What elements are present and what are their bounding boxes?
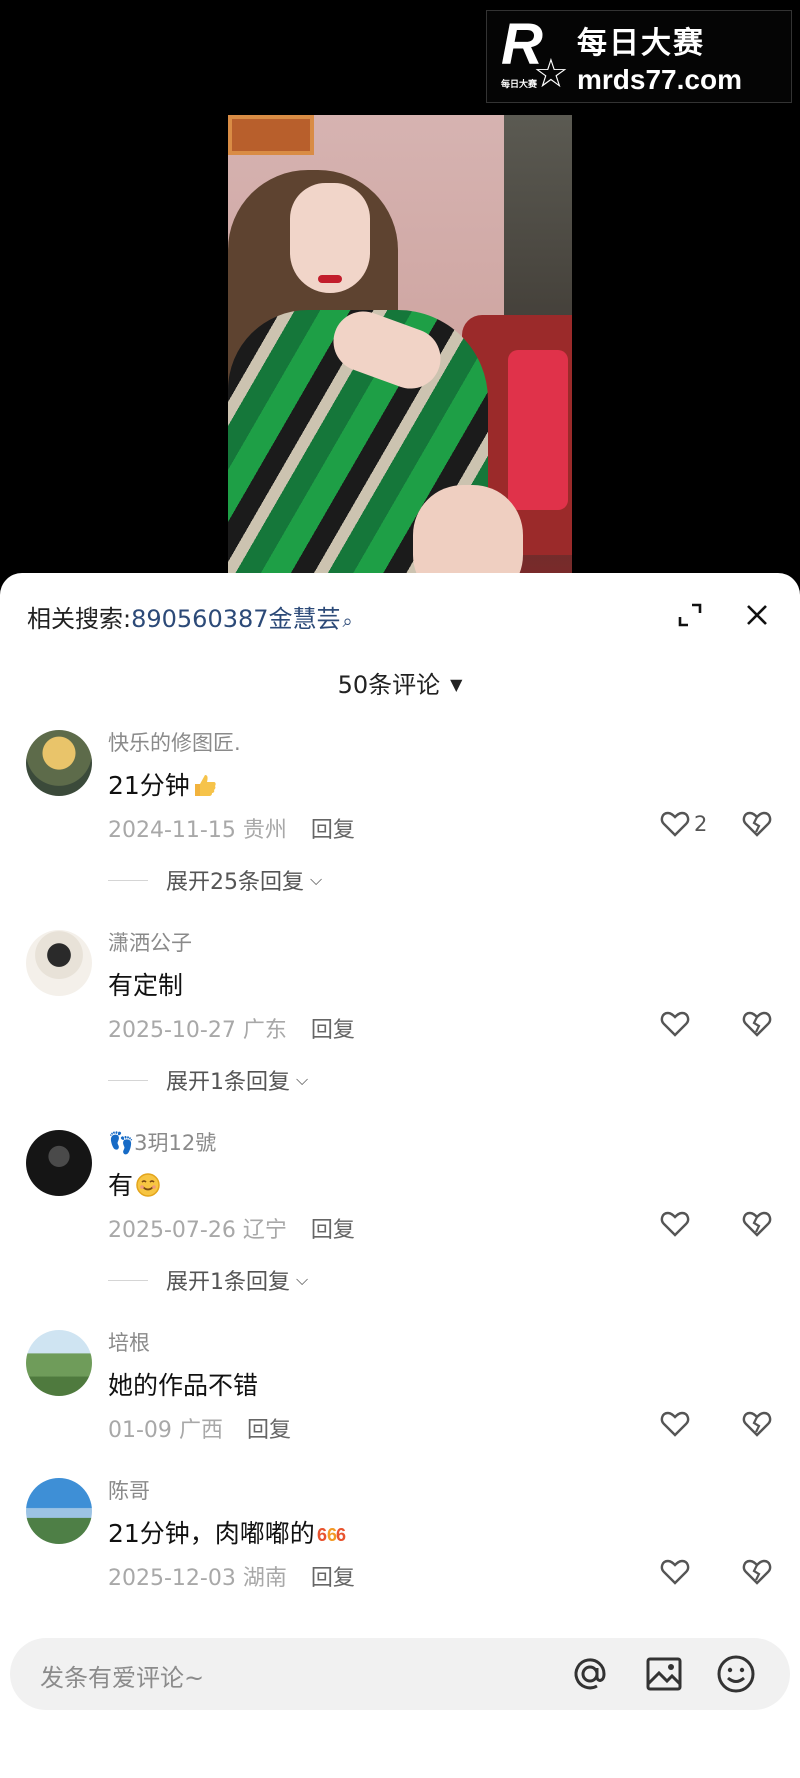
svg-text:6: 6 bbox=[336, 1525, 346, 1545]
comment-text: 21分钟 bbox=[108, 766, 218, 802]
footprints-icon: 👣 bbox=[108, 1131, 135, 1155]
broken-heart-icon bbox=[742, 1011, 772, 1037]
comment-panel: 相关搜索:890560387金慧芸 ⌕ 50条评论 ▼ 快乐的修图匠. 21分钟 2… bbox=[0, 573, 800, 1778]
comment-input[interactable]: 发条有爱评论~ bbox=[40, 1658, 204, 1693]
comment-meta: 2025-10-27 广东 回复 bbox=[108, 1018, 355, 1043]
comment-text: 21分钟，肉嘟嘟的 6 6 6 bbox=[108, 1519, 346, 1548]
at-mention-icon[interactable] bbox=[568, 1652, 612, 1696]
dislike-button[interactable] bbox=[742, 1010, 772, 1042]
reply-button[interactable]: 回复 bbox=[311, 1218, 355, 1243]
avatar[interactable] bbox=[26, 1130, 92, 1196]
heart-icon bbox=[660, 1211, 690, 1237]
like-button[interactable] bbox=[660, 1210, 694, 1238]
six-six-six-icon: 666 bbox=[317, 1520, 346, 1546]
like-button[interactable] bbox=[660, 1558, 694, 1586]
comment-username[interactable]: 快乐的修图匠. bbox=[108, 727, 241, 757]
comment-text: 有 bbox=[108, 1166, 161, 1202]
like-button[interactable] bbox=[660, 1410, 694, 1438]
chevron-down-icon: ⌵ bbox=[310, 870, 323, 889]
search-icon[interactable]: ⌕ bbox=[343, 611, 353, 632]
avatar[interactable] bbox=[26, 1330, 92, 1396]
smile-icon bbox=[135, 1172, 161, 1198]
expand-replies-button[interactable]: 展开25条回复 ⌵ bbox=[108, 864, 322, 896]
comment-username[interactable]: 潇洒公子 bbox=[108, 927, 192, 957]
expand-icon[interactable] bbox=[670, 595, 710, 635]
avatar[interactable] bbox=[26, 930, 92, 996]
broken-heart-icon bbox=[742, 1211, 772, 1237]
watermark: R ☆ 每日大赛 每日大赛 mrds77.com bbox=[486, 10, 792, 103]
svg-text:6: 6 bbox=[317, 1525, 327, 1545]
comment-username[interactable]: 陈哥 bbox=[108, 1475, 150, 1505]
video-frame[interactable] bbox=[228, 115, 572, 575]
broken-heart-icon bbox=[742, 811, 772, 837]
reply-button[interactable]: 回复 bbox=[247, 1418, 291, 1443]
heart-icon bbox=[660, 1011, 690, 1037]
heart-icon bbox=[660, 1559, 690, 1585]
caret-down-icon: ▼ bbox=[450, 675, 463, 694]
emoji-icon[interactable] bbox=[714, 1652, 758, 1696]
comment-username[interactable]: 培根 bbox=[108, 1327, 150, 1357]
watermark-logo: R ☆ 每日大赛 bbox=[501, 11, 569, 97]
broken-heart-icon bbox=[742, 1411, 772, 1437]
close-icon[interactable] bbox=[737, 595, 777, 635]
comment-meta: 2025-07-26 辽宁 回复 bbox=[108, 1218, 355, 1243]
image-icon[interactable] bbox=[642, 1652, 686, 1696]
comment-count-dropdown[interactable]: 50条评论 ▼ bbox=[0, 665, 800, 700]
dislike-button[interactable] bbox=[742, 1558, 772, 1590]
watermark-url: mrds77.com bbox=[577, 63, 742, 95]
related-search-keyword[interactable]: 890560387金慧芸 bbox=[131, 605, 340, 633]
avatar[interactable] bbox=[26, 1478, 92, 1544]
avatar[interactable] bbox=[26, 730, 92, 796]
dislike-button[interactable] bbox=[742, 1210, 772, 1242]
video-area[interactable]: R ☆ 每日大赛 每日大赛 mrds77.com bbox=[0, 0, 800, 600]
like-count: 2 bbox=[694, 812, 708, 836]
thumbs-up-icon bbox=[192, 772, 218, 798]
comment-meta: 2024-11-15 贵州 回复 bbox=[108, 818, 355, 843]
heart-icon bbox=[660, 811, 690, 837]
related-search-label: 相关搜索: bbox=[27, 605, 132, 633]
comment-meta: 01-09 广西 回复 bbox=[108, 1418, 291, 1443]
comment-text: 她的作品不错 bbox=[108, 1371, 259, 1400]
reply-button[interactable]: 回复 bbox=[311, 1018, 355, 1043]
comment-count: 50条评论 bbox=[337, 671, 441, 699]
expand-replies-button[interactable]: 展开1条回复 ⌵ bbox=[108, 1264, 308, 1296]
comment-input-bar[interactable]: 发条有爱评论~ bbox=[10, 1638, 790, 1710]
like-button[interactable] bbox=[660, 1010, 694, 1038]
expand-replies-button[interactable]: 展开1条回复 ⌵ bbox=[108, 1064, 308, 1096]
broken-heart-icon bbox=[742, 1559, 772, 1585]
watermark-title: 每日大赛 bbox=[577, 25, 705, 61]
comment-meta: 2025-12-03 湖南 回复 bbox=[108, 1566, 355, 1591]
reply-button[interactable]: 回复 bbox=[311, 818, 355, 843]
comment-text: 有定制 bbox=[108, 971, 184, 1000]
dislike-button[interactable] bbox=[742, 810, 772, 842]
chevron-down-icon: ⌵ bbox=[296, 1070, 309, 1089]
dislike-button[interactable] bbox=[742, 1410, 772, 1442]
related-search[interactable]: 相关搜索:890560387金慧芸 ⌕ bbox=[27, 599, 353, 634]
heart-icon bbox=[660, 1411, 690, 1437]
chevron-down-icon: ⌵ bbox=[296, 1270, 309, 1289]
comment-username[interactable]: 👣3玥12號 bbox=[108, 1127, 216, 1157]
like-button[interactable]: 2 bbox=[660, 810, 707, 838]
reply-button[interactable]: 回复 bbox=[311, 1566, 355, 1591]
